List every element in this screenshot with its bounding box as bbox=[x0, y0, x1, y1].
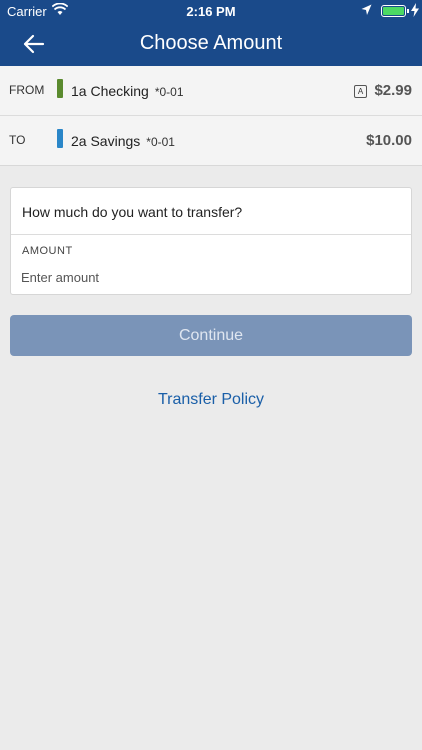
from-account-balance: $2.99 bbox=[374, 82, 412, 99]
available-balance-badge: A bbox=[354, 85, 367, 98]
card-divider bbox=[11, 234, 411, 235]
status-bar: Carrier 2:16 PM bbox=[0, 0, 422, 22]
transfer-policy-link[interactable]: Transfer Policy bbox=[0, 391, 422, 409]
charging-icon bbox=[411, 3, 419, 17]
from-account-name: 1a Checking *0-01 bbox=[71, 83, 184, 99]
to-account-mask: *0-01 bbox=[146, 135, 175, 149]
transfer-question: How much do you want to transfer? bbox=[22, 204, 243, 220]
page-title: Choose Amount bbox=[139, 32, 283, 54]
amount-input[interactable] bbox=[21, 266, 401, 288]
nav-bar: Choose Amount bbox=[0, 22, 422, 66]
from-label: FROM bbox=[9, 83, 45, 97]
amount-label: AMOUNT bbox=[22, 245, 73, 257]
to-label: TO bbox=[9, 133, 26, 147]
to-account-name: 2a Savings *0-01 bbox=[71, 133, 175, 149]
account-summary: FROM 1a Checking *0-01 A $2.99 TO 2a Savi… bbox=[0, 66, 422, 166]
to-account-color-bar bbox=[57, 129, 63, 148]
to-account-balance: $10.00 bbox=[366, 132, 412, 149]
continue-button[interactable]: Continue bbox=[10, 315, 412, 356]
battery-tip bbox=[407, 9, 409, 13]
from-account-color-bar bbox=[57, 79, 63, 98]
amount-card: How much do you want to transfer? AMOUNT bbox=[10, 187, 412, 295]
location-icon bbox=[361, 4, 372, 15]
to-account-row[interactable]: TO 2a Savings *0-01 $10.00 bbox=[0, 116, 422, 166]
battery-icon bbox=[381, 5, 406, 17]
from-account-row[interactable]: FROM 1a Checking *0-01 A $2.99 bbox=[0, 66, 422, 116]
from-account-mask: *0-01 bbox=[154, 85, 184, 99]
status-time: 2:16 PM bbox=[186, 4, 236, 19]
